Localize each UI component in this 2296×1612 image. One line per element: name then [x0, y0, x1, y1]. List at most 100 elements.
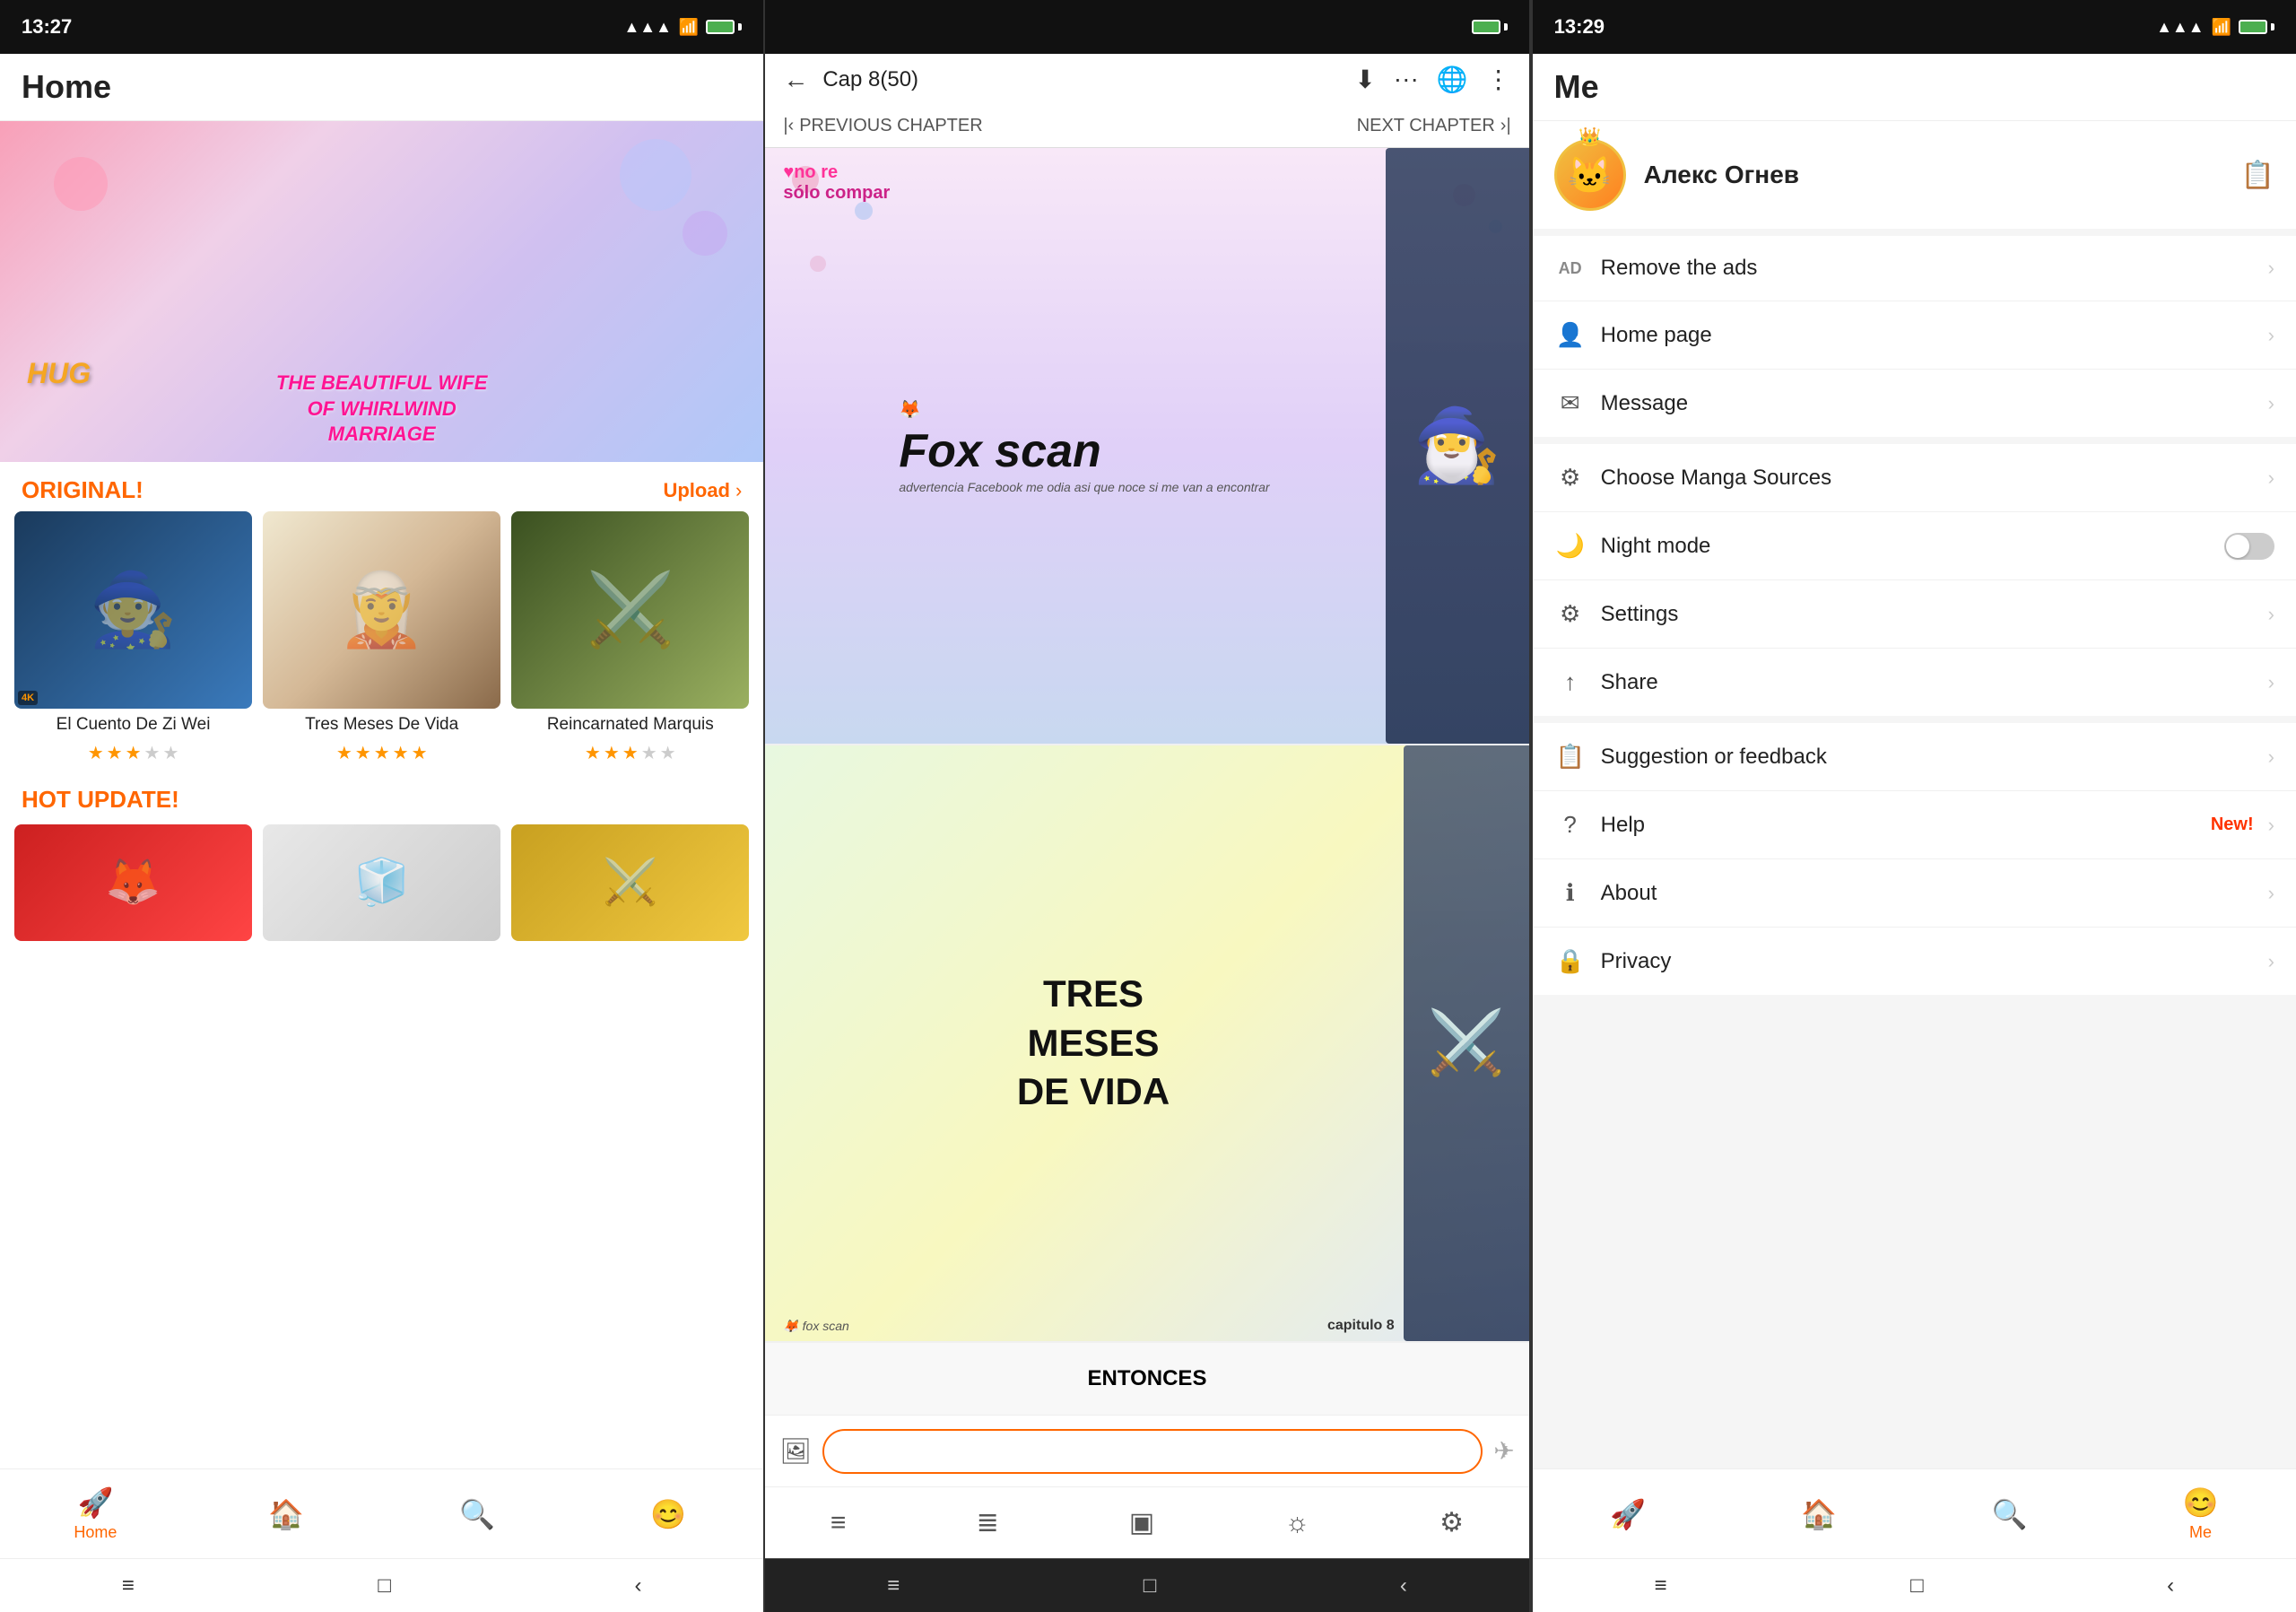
signal-icon-right: ▲▲▲ [2156, 18, 2204, 37]
about-icon: ℹ [1554, 879, 1587, 907]
reader-top-bar: ← Cap 8(50) ⬇ ··· 🌐 ⋮ [765, 54, 1528, 105]
star-1-3: ★ [126, 742, 142, 764]
homepage-label: Home page [1601, 323, 2254, 348]
reader-nav-chapters[interactable]: ≣ [977, 1507, 999, 1538]
sys-menu-right[interactable]: ≡ [1654, 1573, 1666, 1599]
me-title: Me [1554, 68, 1599, 106]
send-icon[interactable]: ✈ [1493, 1436, 1514, 1466]
me-nav-home[interactable]: 🚀 [1533, 1497, 1724, 1531]
sys-menu-middle[interactable]: ≡ [887, 1573, 900, 1599]
nav-search[interactable]: 🔍 [382, 1497, 573, 1531]
chapter-nav: |‹ PREVIOUS CHAPTER NEXT CHAPTER ›| [765, 105, 1528, 148]
sys-home-middle[interactable]: □ [1144, 1573, 1157, 1599]
me-nav-library[interactable]: 🏠 [1723, 1497, 1914, 1531]
manga-sources-arrow: › [2268, 466, 2274, 490]
sys-back-right[interactable]: ‹ [2167, 1573, 2174, 1599]
sys-back-middle[interactable]: ‹ [1400, 1573, 1407, 1599]
original-section-header: ORIGINAL! Upload › [0, 462, 763, 511]
home-title: Home [22, 68, 111, 106]
manga-stars-1: ★ ★ ★ ★ ★ [14, 742, 252, 764]
manga-stars-3: ★ ★ ★ ★ ★ [511, 742, 749, 764]
avatar-crown: 👑 [1578, 126, 1601, 148]
sys-home-right[interactable]: □ [1910, 1573, 1924, 1599]
star-3-1: ★ [585, 742, 601, 764]
hot-thumb-3[interactable]: ⚔️ [511, 824, 749, 941]
reader-chapter-title: Cap 8(50) [822, 67, 918, 92]
nav-profile[interactable]: 😊 [572, 1497, 763, 1531]
hot-thumb-1[interactable]: 🦊 [14, 824, 252, 941]
search-nav-icon: 🔍 [459, 1497, 495, 1531]
about-arrow: › [2268, 882, 2274, 905]
sys-home-left[interactable]: □ [378, 1573, 391, 1599]
reader-nav-settings[interactable]: ⚙ [1439, 1507, 1464, 1538]
nav-home[interactable]: 🚀 Home [0, 1486, 191, 1542]
library-nav-icon: 🏠 [268, 1497, 304, 1531]
panel2-fox-icon: 🦊 fox scan [783, 1319, 848, 1334]
home-banner[interactable]: HUG THE BEAUTIFUL WIFEOF WHIRLWINDMARRIA… [0, 121, 763, 462]
reader-nav-book[interactable]: ▣ [1129, 1507, 1154, 1538]
message-arrow: › [2268, 392, 2274, 415]
manga-char-3: ⚔️ [511, 511, 749, 709]
menu-section-3: 📋 Suggestion or feedback › ? Help New! ›… [1533, 723, 2296, 995]
star-2-3: ★ [374, 742, 390, 764]
homepage-icon: 👤 [1554, 321, 1587, 349]
reader-nav-menu[interactable]: ≡ [831, 1508, 847, 1538]
menu-item-manga-sources[interactable]: ⚙ Choose Manga Sources › [1533, 444, 2296, 512]
panel2-content: TRESMESESDE VIDA [999, 970, 1170, 1117]
menu-item-share[interactable]: ↑ Share › [1533, 649, 2296, 716]
manga-card-2[interactable]: 🧝 Tres Meses De Vida ★ ★ ★ ★ ★ [263, 511, 500, 764]
menu-item-settings[interactable]: ⚙ Settings › [1533, 580, 2296, 649]
feedback-arrow: › [2268, 745, 2274, 769]
upload-link[interactable]: Upload [663, 479, 730, 502]
bottom-nav-left: 🚀 Home 🏠 🔍 😊 [0, 1468, 763, 1558]
reader-menu-icon[interactable]: ⋮ [1486, 65, 1511, 94]
reader-back-icon[interactable]: ← [783, 65, 808, 94]
reader-content: ♥no re sólo compar 🧙‍♂️ 🦊 Fox scan adver… [765, 148, 1528, 1415]
panel2-text: TRESMESESDE VIDA [1017, 970, 1170, 1117]
menu-item-message[interactable]: ✉ Message › [1533, 370, 2296, 437]
manga-char-1: 🧙 [14, 511, 252, 709]
menu-item-help[interactable]: ? Help New! › [1533, 791, 2296, 859]
next-chapter-btn[interactable]: NEXT CHAPTER ›| [1357, 116, 1511, 136]
hot-update-row: 🦊 🧊 ⚔️ [0, 824, 763, 941]
nav-library[interactable]: 🏠 [191, 1497, 382, 1531]
menu-item-homepage[interactable]: 👤 Home page › [1533, 301, 2296, 370]
hot-thumb-2[interactable]: 🧊 [263, 824, 500, 941]
user-avatar[interactable]: 👑 🐱 [1554, 139, 1626, 211]
menu-item-night-mode[interactable]: 🌙 Night mode [1533, 512, 2296, 580]
menu-item-feedback[interactable]: 📋 Suggestion or feedback › [1533, 723, 2296, 791]
manga-thumb-2: 🧝 [263, 511, 500, 709]
star-1-4: ★ [144, 742, 161, 764]
night-mode-toggle[interactable] [2224, 533, 2274, 560]
message-label: Message [1601, 391, 2254, 416]
night-mode-label: Night mode [1601, 534, 2210, 559]
manga-card-1[interactable]: 🧙 4K El Cuento De Zi Wei ★ ★ ★ ★ ★ [14, 511, 252, 764]
profile-edit-icon[interactable]: 📋 [2241, 160, 2274, 191]
menu-item-remove-ads[interactable]: AD Remove the ads › [1533, 236, 2296, 301]
me-nav-me[interactable]: 😊 Me [2105, 1486, 2296, 1542]
reader-panel-3: ENTONCES [765, 1343, 1528, 1415]
settings-icon: ⚙ [1554, 600, 1587, 628]
reader-download-icon[interactable]: ⬇ [1354, 65, 1375, 94]
reader-more-icon[interactable]: ··· [1394, 65, 1419, 94]
reader-panel-2: ⚔️ TRESMESESDE VIDA 🦊 fox scan capitulo … [765, 745, 1528, 1341]
reader-globe-icon[interactable]: 🌐 [1437, 65, 1468, 94]
reader-nav-brightness[interactable]: ☼ [1284, 1508, 1309, 1538]
prev-chapter-btn[interactable]: |‹ PREVIOUS CHAPTER [783, 116, 982, 136]
phone-home: 13:27 ▲▲▲ 📶 Home HUG THE BEAUTIFUL WIFEO… [0, 0, 763, 1612]
sys-menu-left[interactable]: ≡ [122, 1573, 135, 1599]
panel2-chapter: capitulo 8 [1327, 1318, 1395, 1334]
next-label: NEXT CHAPTER [1357, 116, 1495, 136]
reader-comment-input[interactable] [822, 1429, 1483, 1474]
system-nav-right: ≡ □ ‹ [1533, 1558, 2296, 1612]
gallery-icon[interactable]: 🖼 [779, 1436, 812, 1466]
manga-card-3[interactable]: ⚔️ Reincarnated Marquis ★ ★ ★ ★ ★ [511, 511, 749, 764]
me-nav-search[interactable]: 🔍 [1914, 1497, 2105, 1531]
menu-item-privacy[interactable]: 🔒 Privacy › [1533, 928, 2296, 995]
privacy-arrow: › [2268, 950, 2274, 973]
me-nav-home-icon: 🚀 [1610, 1497, 1646, 1531]
status-icons-right: ▲▲▲ 📶 [2156, 18, 2274, 37]
menu-item-about[interactable]: ℹ About › [1533, 859, 2296, 928]
sys-back-left[interactable]: ‹ [635, 1573, 642, 1599]
home-nav-icon: 🚀 [77, 1486, 113, 1520]
